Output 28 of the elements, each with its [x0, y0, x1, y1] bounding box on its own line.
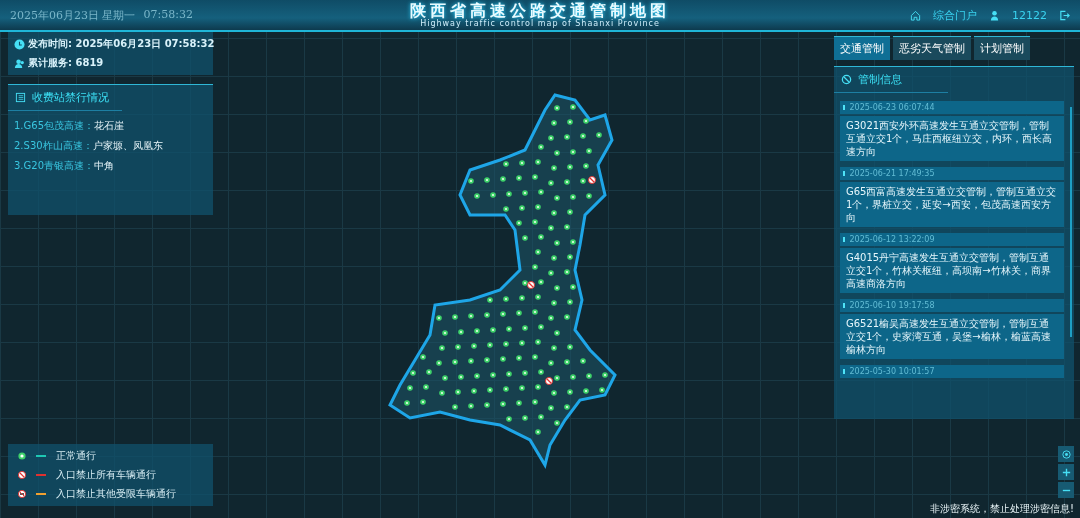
info-text: 发布时间: 2025年06月23日 07:58:32: [28, 37, 215, 51]
tab[interactable]: 交通管制: [834, 36, 890, 60]
closure-item: 1.G65包茂高速：花石崖: [14, 119, 125, 133]
tab[interactable]: 计划管制: [974, 36, 1030, 60]
closure-item: 3.G20青银高速：中角: [14, 159, 115, 173]
panel-title: 管制信息: [858, 72, 902, 87]
header-date: 2025年06月23日 星期一 07:58:32: [10, 7, 194, 23]
portal-link[interactable]: 综合门户: [933, 7, 977, 23]
legend-label: 入口禁止其他受限车辆通行: [56, 487, 176, 501]
notice-text: G65西富高速发生互通立交管制，管制互通立交1个，界桩立交，延安→西安，包茂高速西安方向: [840, 182, 1064, 227]
notice-time: 2025-06-21 17:49:35: [849, 169, 935, 178]
notice-time: 2025-05-30 10:01:57: [849, 367, 935, 376]
notice-text: G3021西安外环高速发生互通立交管制，管制互通立交1个，马庄西枢纽立交，内环，西长高速方向: [840, 116, 1064, 161]
legend-label: 入口禁止所有车辆通行: [56, 468, 156, 482]
tab[interactable]: 恶劣天气管制: [893, 36, 971, 60]
page-subtitle: Highway traffic control map of Shaanxi Province: [420, 19, 660, 28]
closure-item: 2.S30柞山高速：户家塬、凤凰东: [14, 139, 164, 153]
panel-title: 收费站禁行情况: [32, 90, 109, 105]
page-title: 陕西省高速公路交通管制地图: [410, 2, 670, 19]
notice-text: G6521榆吴高速发生互通立交管制，管制互通立交1个，史家湾互通，吴堡→榆林，榆蓝高速榆林方向: [840, 314, 1064, 359]
notice-time: 2025-06-10 19:17:58: [849, 301, 935, 310]
info-text: 累计服务: 6819: [28, 56, 104, 70]
user-link[interactable]: 12122: [1012, 8, 1047, 22]
notice-time: 2025-06-23 06:07:44: [849, 103, 935, 112]
legend-label: 正常通行: [56, 449, 96, 463]
notice-time: 2025-06-12 13:22:09: [849, 235, 935, 244]
notice-text: G4015丹宁高速发生互通立交管制，管制互通立交1个，竹林关枢纽，高坝南→竹林关，商界高速商洛方向: [840, 248, 1064, 293]
footer-notice: 非涉密系统，禁止处理涉密信息!: [930, 502, 1074, 516]
